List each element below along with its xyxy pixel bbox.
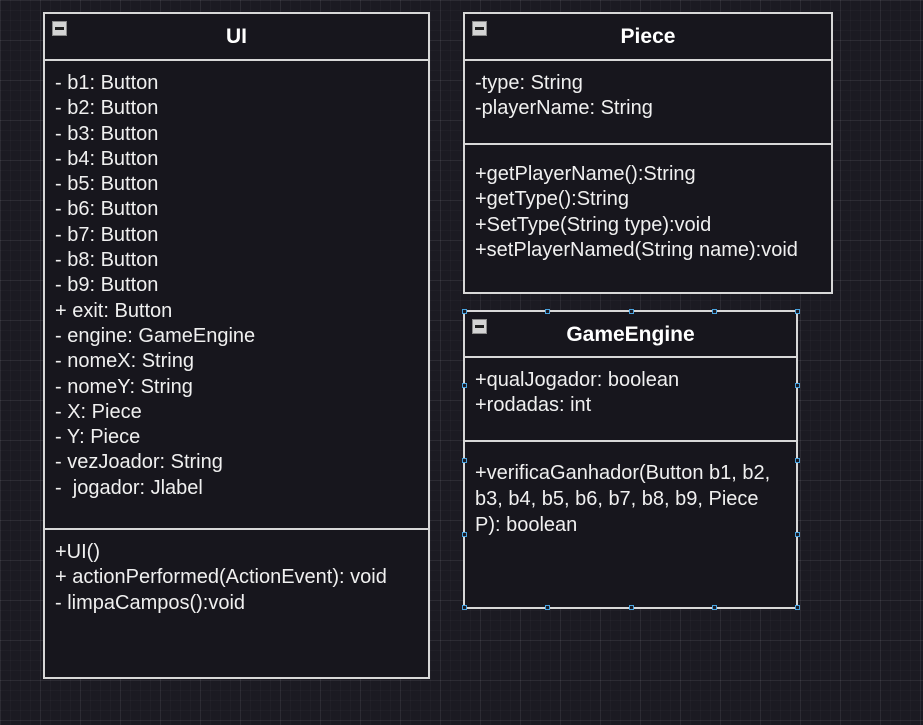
resize-handle[interactable] [795, 532, 800, 537]
class-game-engine-name: GameEngine [566, 323, 695, 346]
class-piece-name: Piece [620, 25, 676, 48]
attribute: - b7: Button [55, 223, 159, 246]
class-piece-attributes[interactable]: -type: String -playerName: String [465, 61, 831, 145]
class-game-engine-header[interactable]: GameEngine [465, 312, 796, 358]
attribute: -playerName: String [475, 97, 653, 120]
resize-handle[interactable] [795, 383, 800, 388]
attribute: +qualJogador: boolean [475, 369, 680, 391]
collapse-icon[interactable] [472, 319, 487, 334]
attribute: - engine: GameEngine [55, 324, 256, 347]
class-ui-header[interactable]: UI [45, 14, 428, 61]
resize-handle[interactable] [712, 309, 717, 314]
collapse-icon[interactable] [52, 21, 67, 36]
class-game-engine-attributes[interactable]: +qualJogador: boolean +rodadas: int [465, 358, 796, 442]
resize-handle[interactable] [795, 605, 800, 610]
method: +UI() [55, 541, 100, 563]
method: +verificaGanhador(Button b1, b2, b3, b4,… [475, 462, 771, 536]
attribute: - b1: Button [55, 72, 159, 94]
class-piece-header[interactable]: Piece [465, 14, 831, 61]
resize-handle[interactable] [545, 605, 550, 610]
resize-handle[interactable] [462, 309, 467, 314]
resize-handle[interactable] [462, 532, 467, 537]
resize-handle[interactable] [462, 458, 467, 463]
attribute: - b9: Button [55, 274, 159, 297]
attribute: -type: String [475, 72, 583, 94]
method: - limpaCampos():void [55, 591, 246, 614]
method: +setPlayerNamed(String name):void [475, 238, 798, 261]
class-piece[interactable]: Piece -type: String -playerName: String … [463, 12, 833, 294]
resize-handle[interactable] [795, 309, 800, 314]
method: +getPlayerName():String [475, 163, 696, 185]
class-ui-methods[interactable]: +UI() + actionPerformed(ActionEvent): vo… [45, 530, 428, 616]
class-piece-methods[interactable]: +getPlayerName():String +getType():Strin… [465, 145, 831, 263]
attribute: - nomeY: String [55, 375, 193, 398]
resize-handle[interactable] [545, 309, 550, 314]
method: +getType():String [475, 188, 629, 211]
method: + actionPerformed(ActionEvent): void [55, 566, 387, 589]
resize-handle[interactable] [462, 605, 467, 610]
attribute: + exit: Button [55, 299, 173, 322]
attribute: - b6: Button [55, 198, 159, 221]
collapse-icon[interactable] [472, 21, 487, 36]
attribute: - b5: Button [55, 173, 159, 196]
attribute: - b8: Button [55, 249, 159, 272]
attribute: - jogador: Jlabel [55, 476, 203, 499]
attribute: - vezJoador: String [55, 451, 223, 474]
resize-handle[interactable] [462, 383, 467, 388]
attribute: - b3: Button [55, 122, 159, 145]
resize-handle[interactable] [795, 458, 800, 463]
resize-handle[interactable] [629, 309, 634, 314]
class-ui-attributes[interactable]: - b1: Button - b2: Button - b3: Button -… [45, 61, 428, 530]
attribute: - nomeX: String [55, 350, 194, 373]
attribute: - b4: Button [55, 147, 159, 170]
attribute: +rodadas: int [475, 394, 592, 417]
class-game-engine-methods[interactable]: +verificaGanhador(Button b1, b2, b3, b4,… [465, 442, 796, 538]
class-ui-name: UI [226, 25, 247, 48]
attribute: - b2: Button [55, 97, 159, 120]
attribute: - X: Piece [55, 400, 142, 423]
resize-handle[interactable] [712, 605, 717, 610]
resize-handle[interactable] [629, 605, 634, 610]
class-game-engine[interactable]: GameEngine +qualJogador: boolean +rodada… [463, 310, 798, 609]
method: +SetType(String type):void [475, 213, 712, 236]
attribute: - Y: Piece [55, 426, 141, 449]
class-ui[interactable]: UI - b1: Button - b2: Button - b3: Butto… [43, 12, 430, 679]
